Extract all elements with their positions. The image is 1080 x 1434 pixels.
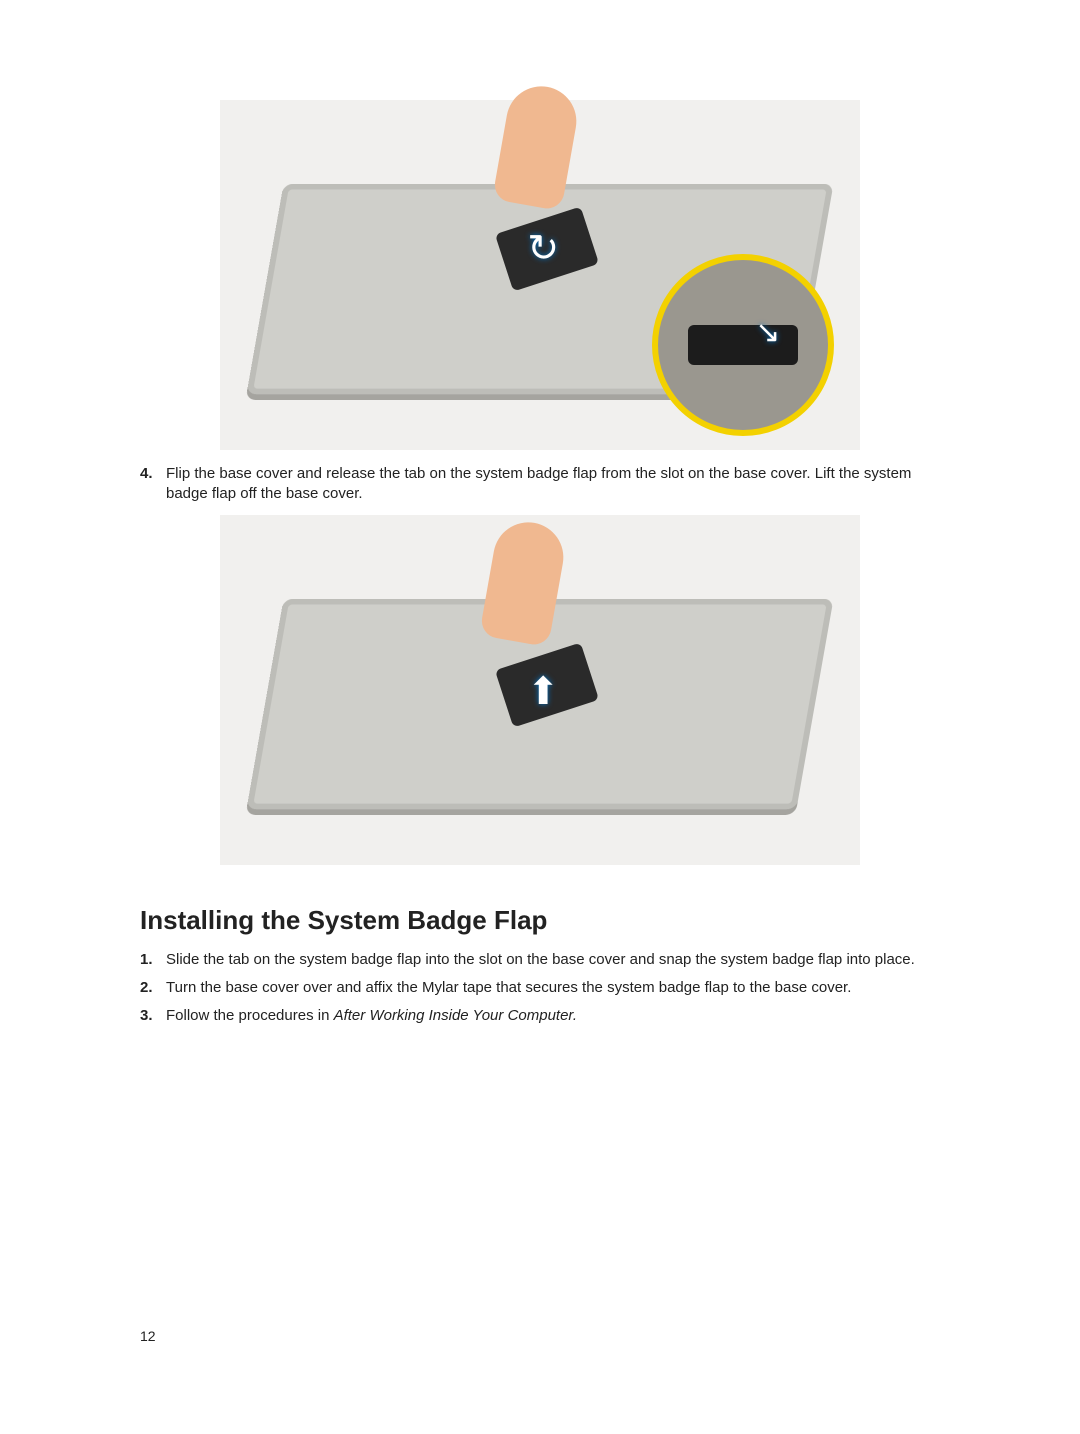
zoom-badge-flap: ↘: [688, 325, 798, 365]
step-text: Slide the tab on the system badge flap i…: [166, 950, 940, 970]
direction-arrow-icon: ↻: [527, 226, 559, 271]
zoom-direction-arrow-icon: ↘: [755, 315, 780, 350]
step-text: Turn the base cover over and affix the M…: [166, 978, 940, 998]
step-number: 4.: [140, 464, 166, 505]
step-text: Flip the base cover and release the tab …: [166, 464, 940, 505]
install-steps-list: 1. Slide the tab on the system badge fla…: [140, 950, 940, 1027]
install-step-3: 3. Follow the procedures in After Workin…: [140, 1006, 940, 1026]
direction-arrow-icon: ⬆: [527, 669, 559, 714]
figure-lift-badge-flap-outside: ⬆: [220, 515, 860, 865]
install-step-2: 2. Turn the base cover over and affix th…: [140, 978, 940, 998]
figure-remove-badge-flap-inside: ↻ ↘: [220, 100, 860, 450]
step-number: 2.: [140, 978, 166, 998]
step-number: 3.: [140, 1006, 166, 1026]
section-heading-installing-badge-flap: Installing the System Badge Flap: [140, 905, 940, 936]
step-text-prefix: Follow the procedures in: [166, 1007, 334, 1024]
step-text: Follow the procedures in After Working I…: [166, 1006, 940, 1026]
step-number: 1.: [140, 950, 166, 970]
install-step-1: 1. Slide the tab on the system badge fla…: [140, 950, 940, 970]
document-page: ↻ ↘ 4. Flip the base cover and release t…: [0, 0, 1080, 1434]
zoom-inset-circle: ↘: [652, 254, 834, 436]
page-number: 12: [140, 1328, 156, 1344]
step-text-italic: After Working Inside Your Computer.: [334, 1007, 577, 1024]
removal-step-4: 4. Flip the base cover and release the t…: [140, 464, 940, 505]
